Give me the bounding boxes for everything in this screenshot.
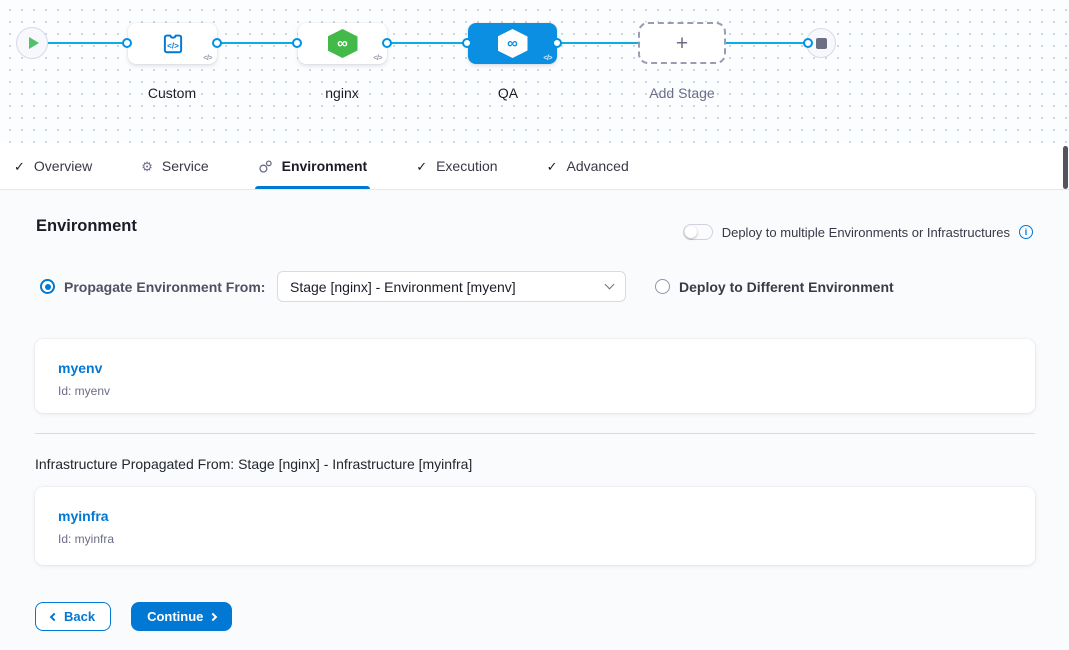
- chevron-down-icon: [605, 280, 615, 290]
- tab-overview[interactable]: ✓ Overview: [14, 143, 92, 189]
- section-heading: Environment: [36, 217, 137, 236]
- section-divider: [35, 433, 1035, 434]
- environment-tab-panel: Environment Deploy to multiple Environme…: [0, 190, 1069, 650]
- custom-stage-icon: </>: [160, 31, 186, 57]
- multi-environment-toggle-row: Deploy to multiple Environments or Infra…: [683, 224, 1033, 240]
- environment-icon: [258, 159, 273, 174]
- stage-label-nginx[interactable]: nginx: [325, 85, 358, 101]
- add-stage-button[interactable]: +: [638, 22, 726, 64]
- play-icon: [29, 37, 39, 49]
- connector-dot[interactable]: [803, 38, 813, 48]
- code-view-icon[interactable]: </>: [203, 55, 212, 62]
- pipeline-studio-page: </> </> ∞ </> ∞ </> + Custom nginx QA: [0, 0, 1069, 650]
- toggle-knob: [685, 226, 697, 238]
- tab-label: Environment: [282, 158, 368, 174]
- connector-dot[interactable]: [212, 38, 222, 48]
- stage-node-qa[interactable]: ∞ </>: [468, 23, 557, 64]
- infrastructure-id: Id: myinfra: [58, 532, 1012, 546]
- different-environment-label[interactable]: Deploy to Different Environment: [679, 279, 894, 295]
- select-value: Stage [nginx] - Environment [myenv]: [290, 279, 516, 295]
- pipeline-canvas: </> </> ∞ </> ∞ </> + Custom nginx QA: [0, 0, 1069, 143]
- stage-label-qa[interactable]: QA: [498, 85, 518, 101]
- tab-service[interactable]: ⚙ Service: [141, 143, 208, 189]
- tab-label: Execution: [436, 158, 497, 174]
- connector-dot[interactable]: [552, 38, 562, 48]
- stage-label-custom[interactable]: Custom: [148, 85, 196, 101]
- tab-advanced[interactable]: ✓ Advanced: [547, 143, 629, 189]
- footer-actions: Back Continue: [35, 602, 232, 631]
- stage-node-nginx[interactable]: ∞ </>: [298, 23, 387, 64]
- chevron-left-icon: [50, 612, 58, 620]
- tab-environment[interactable]: Environment: [258, 143, 368, 189]
- gear-icon: ⚙: [141, 160, 153, 173]
- code-view-icon[interactable]: </>: [373, 55, 382, 62]
- tab-execution[interactable]: ✓ Execution: [416, 143, 497, 189]
- connector-dot[interactable]: [382, 38, 392, 48]
- stage-node-custom[interactable]: </> </>: [128, 23, 217, 64]
- infrastructure-propagated-note: Infrastructure Propagated From: Stage [n…: [35, 456, 472, 472]
- check-icon: ✓: [416, 160, 427, 173]
- connector-dot[interactable]: [462, 38, 472, 48]
- propagate-environment-label[interactable]: Propagate Environment From:: [64, 279, 265, 295]
- environment-name-link[interactable]: myenv: [58, 360, 1012, 376]
- multi-environment-toggle[interactable]: [683, 224, 713, 240]
- deploy-hexagon-icon: ∞: [328, 29, 358, 58]
- code-view-icon[interactable]: </>: [543, 55, 552, 62]
- tab-label: Overview: [34, 158, 92, 174]
- stop-icon: [816, 38, 827, 49]
- environment-id: Id: myenv: [58, 384, 1012, 398]
- infrastructure-name-link[interactable]: myinfra: [58, 508, 1012, 524]
- pipeline-start-node: [16, 27, 48, 59]
- different-environment-radio[interactable]: [655, 279, 670, 294]
- propagate-environment-select[interactable]: Stage [nginx] - Environment [myenv]: [277, 271, 626, 302]
- connector-dot[interactable]: [122, 38, 132, 48]
- check-icon: ✓: [14, 160, 25, 173]
- svg-text:</>: </>: [167, 41, 179, 50]
- continue-button[interactable]: Continue: [131, 602, 232, 631]
- info-icon[interactable]: i: [1019, 225, 1033, 239]
- environment-card[interactable]: myenv Id: myenv: [35, 339, 1035, 413]
- chevron-right-icon: [209, 612, 217, 620]
- tab-label: Service: [162, 158, 209, 174]
- tab-label: Advanced: [566, 158, 628, 174]
- connector-dot[interactable]: [292, 38, 302, 48]
- deploy-hexagon-icon: ∞: [498, 29, 528, 58]
- stage-config-tabbar: ✓ Overview ⚙ Service Environment ✓ Execu…: [0, 143, 1069, 190]
- scrollbar-thumb[interactable]: [1063, 146, 1068, 189]
- check-icon: ✓: [547, 160, 558, 173]
- infrastructure-card[interactable]: myinfra Id: myinfra: [35, 487, 1035, 565]
- plus-icon: +: [676, 33, 688, 54]
- multi-environment-toggle-label: Deploy to multiple Environments or Infra…: [722, 225, 1010, 240]
- propagate-environment-radio[interactable]: [40, 279, 55, 294]
- back-button[interactable]: Back: [35, 602, 111, 631]
- stage-label-add-stage[interactable]: Add Stage: [649, 85, 714, 101]
